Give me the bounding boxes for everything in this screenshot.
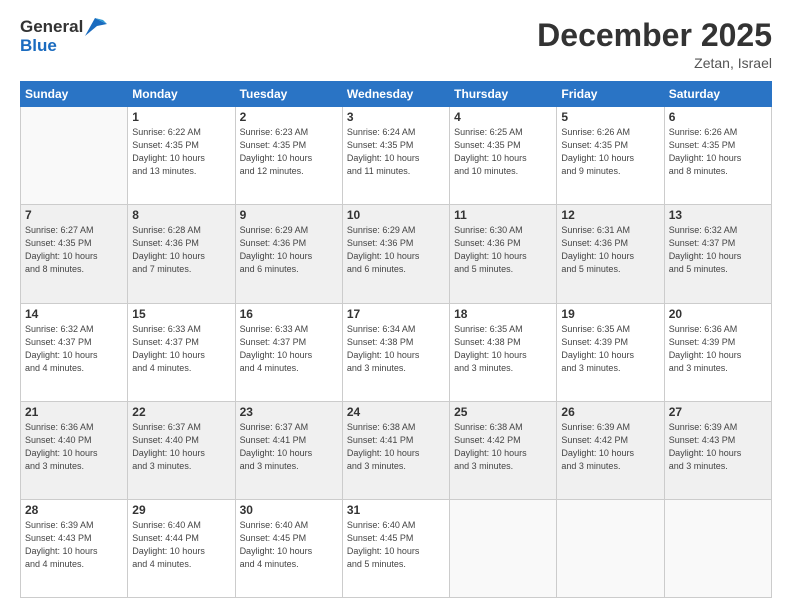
table-row: 24Sunrise: 6:38 AMSunset: 4:41 PMDayligh… <box>342 401 449 499</box>
page: General Blue December 2025 Zetan, Israel… <box>0 0 792 612</box>
col-monday: Monday <box>128 82 235 107</box>
header: General Blue December 2025 Zetan, Israel <box>20 18 772 71</box>
col-saturday: Saturday <box>664 82 771 107</box>
table-row: 10Sunrise: 6:29 AMSunset: 4:36 PMDayligh… <box>342 205 449 303</box>
table-row: 25Sunrise: 6:38 AMSunset: 4:42 PMDayligh… <box>450 401 557 499</box>
table-row: 26Sunrise: 6:39 AMSunset: 4:42 PMDayligh… <box>557 401 664 499</box>
table-row: 28Sunrise: 6:39 AMSunset: 4:43 PMDayligh… <box>21 499 128 597</box>
col-wednesday: Wednesday <box>342 82 449 107</box>
table-row: 22Sunrise: 6:37 AMSunset: 4:40 PMDayligh… <box>128 401 235 499</box>
table-row: 21Sunrise: 6:36 AMSunset: 4:40 PMDayligh… <box>21 401 128 499</box>
table-row <box>664 499 771 597</box>
table-row: 9Sunrise: 6:29 AMSunset: 4:36 PMDaylight… <box>235 205 342 303</box>
location: Zetan, Israel <box>537 55 772 71</box>
table-row: 7Sunrise: 6:27 AMSunset: 4:35 PMDaylight… <box>21 205 128 303</box>
table-row: 18Sunrise: 6:35 AMSunset: 4:38 PMDayligh… <box>450 303 557 401</box>
logo-wordmark: General Blue <box>20 18 107 55</box>
table-row: 1Sunrise: 6:22 AMSunset: 4:35 PMDaylight… <box>128 107 235 205</box>
calendar-header-row: Sunday Monday Tuesday Wednesday Thursday… <box>21 82 772 107</box>
table-row: 15Sunrise: 6:33 AMSunset: 4:37 PMDayligh… <box>128 303 235 401</box>
logo-bird-icon <box>85 18 107 36</box>
title-block: December 2025 Zetan, Israel <box>537 18 772 71</box>
table-row: 29Sunrise: 6:40 AMSunset: 4:44 PMDayligh… <box>128 499 235 597</box>
table-row: 19Sunrise: 6:35 AMSunset: 4:39 PMDayligh… <box>557 303 664 401</box>
calendar-table: Sunday Monday Tuesday Wednesday Thursday… <box>20 81 772 598</box>
col-sunday: Sunday <box>21 82 128 107</box>
table-row: 4Sunrise: 6:25 AMSunset: 4:35 PMDaylight… <box>450 107 557 205</box>
month-title: December 2025 <box>537 18 772 53</box>
table-row: 12Sunrise: 6:31 AMSunset: 4:36 PMDayligh… <box>557 205 664 303</box>
table-row: 8Sunrise: 6:28 AMSunset: 4:36 PMDaylight… <box>128 205 235 303</box>
table-row: 27Sunrise: 6:39 AMSunset: 4:43 PMDayligh… <box>664 401 771 499</box>
table-row: 30Sunrise: 6:40 AMSunset: 4:45 PMDayligh… <box>235 499 342 597</box>
table-row: 16Sunrise: 6:33 AMSunset: 4:37 PMDayligh… <box>235 303 342 401</box>
table-row <box>21 107 128 205</box>
table-row: 14Sunrise: 6:32 AMSunset: 4:37 PMDayligh… <box>21 303 128 401</box>
table-row: 23Sunrise: 6:37 AMSunset: 4:41 PMDayligh… <box>235 401 342 499</box>
table-row: 11Sunrise: 6:30 AMSunset: 4:36 PMDayligh… <box>450 205 557 303</box>
col-tuesday: Tuesday <box>235 82 342 107</box>
table-row: 2Sunrise: 6:23 AMSunset: 4:35 PMDaylight… <box>235 107 342 205</box>
table-row <box>450 499 557 597</box>
logo-general: General <box>20 18 83 37</box>
logo: General Blue <box>20 18 107 55</box>
table-row: 31Sunrise: 6:40 AMSunset: 4:45 PMDayligh… <box>342 499 449 597</box>
table-row: 13Sunrise: 6:32 AMSunset: 4:37 PMDayligh… <box>664 205 771 303</box>
table-row: 20Sunrise: 6:36 AMSunset: 4:39 PMDayligh… <box>664 303 771 401</box>
logo-blue: Blue <box>20 37 107 56</box>
col-thursday: Thursday <box>450 82 557 107</box>
table-row: 6Sunrise: 6:26 AMSunset: 4:35 PMDaylight… <box>664 107 771 205</box>
table-row <box>557 499 664 597</box>
col-friday: Friday <box>557 82 664 107</box>
table-row: 17Sunrise: 6:34 AMSunset: 4:38 PMDayligh… <box>342 303 449 401</box>
table-row: 5Sunrise: 6:26 AMSunset: 4:35 PMDaylight… <box>557 107 664 205</box>
table-row: 3Sunrise: 6:24 AMSunset: 4:35 PMDaylight… <box>342 107 449 205</box>
